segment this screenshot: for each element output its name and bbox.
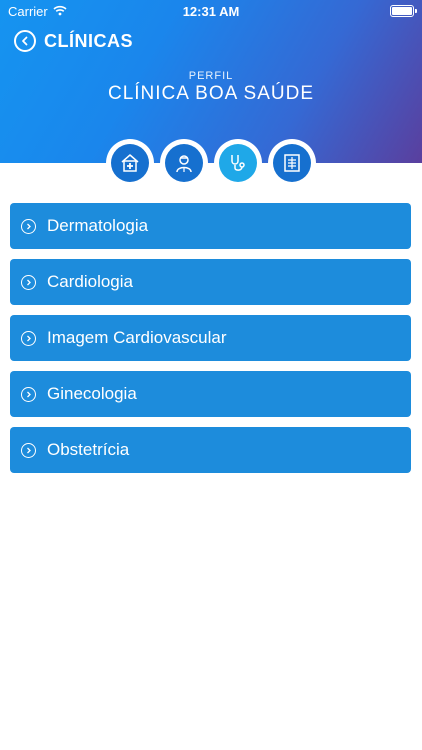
list-item[interactable]: Dermatologia: [10, 203, 411, 249]
tab-stethoscope[interactable]: [214, 139, 262, 187]
list-item-label: Imagem Cardiovascular: [47, 328, 227, 347]
list-item-label: Ginecologia: [47, 384, 137, 403]
icon-tab-bar: [0, 139, 422, 187]
chevron-right-icon: [21, 218, 36, 234]
chevron-left-icon: [14, 30, 36, 52]
list-item[interactable]: Ginecologia: [10, 371, 411, 417]
chevron-right-icon: [21, 442, 36, 458]
tab-xray[interactable]: [268, 139, 316, 187]
back-label: CLÍNICAS: [44, 30, 133, 51]
chevron-right-icon: [21, 330, 36, 346]
hospital-icon: [111, 144, 149, 182]
clinic-name: CLÍNICA BOA SAÚDE: [107, 83, 314, 104]
chevron-right-icon: [21, 386, 36, 402]
list-item[interactable]: Imagem Cardiovascular: [10, 315, 411, 361]
doctor-icon: [165, 144, 203, 182]
status-time: 12:31 AM: [182, 4, 240, 19]
list-item[interactable]: Obstetrícia: [10, 427, 411, 473]
list-item[interactable]: Cardiologia: [10, 259, 411, 305]
list-item-label: Obstetrícia: [47, 440, 130, 459]
status-bar: Carrier 12:31 AM: [0, 0, 422, 22]
tab-doctor[interactable]: [160, 139, 208, 187]
specialty-list: Dermatologia Cardiologia Imagem Cardiova…: [10, 203, 411, 483]
profile-subtitle: PERFIL: [188, 70, 234, 82]
list-item-label: Dermatologia: [47, 216, 149, 235]
list-item-label: Cardiologia: [47, 272, 133, 291]
stethoscope-icon: [219, 144, 257, 182]
xray-icon: [273, 144, 311, 182]
battery-icon: [390, 5, 417, 17]
chevron-right-icon: [21, 274, 36, 290]
back-button[interactable]: CLÍNICAS: [14, 30, 133, 52]
tab-hospital[interactable]: [106, 139, 154, 187]
